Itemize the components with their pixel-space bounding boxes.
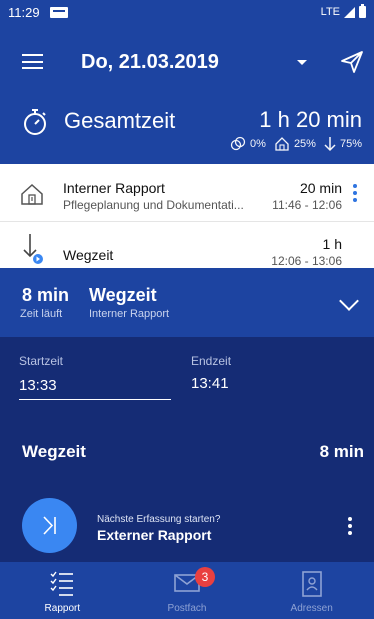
nav-label: Rapport <box>44 603 81 614</box>
unread-badge: 3 <box>195 567 215 587</box>
entry-time-range: 12:06 - 13:06 <box>271 254 342 268</box>
total-time-summary: Gesamtzeit 1 h 20 min 0% 25% 75% <box>0 100 374 164</box>
running-timer-header[interactable]: 8 min Zeit läuft Wegzeit Interner Rappor… <box>0 268 374 337</box>
other-activity-icon <box>230 136 246 151</box>
next-entry-title[interactable]: Externer Rapport <box>97 527 211 543</box>
home-icon <box>21 183 43 205</box>
timer-title: Wegzeit <box>89 285 157 305</box>
entry-duration: 20 min <box>299 180 342 196</box>
start-time-underline <box>19 399 171 400</box>
skip-next-icon <box>43 516 56 535</box>
activity-duration: 8 min <box>319 442 364 461</box>
nav-postfach[interactable]: Postfach <box>125 562 250 619</box>
nav-label: Postfach <box>167 603 207 614</box>
entry-duration: 1 h <box>322 236 342 252</box>
travel-pct: 75% <box>339 138 362 150</box>
chevron-down-icon[interactable] <box>339 291 359 311</box>
travel-arrow-icon <box>23 234 43 264</box>
end-time-value: 13:41 <box>191 375 229 392</box>
status-right: LTE <box>320 4 366 18</box>
network-type: LTE <box>320 6 340 18</box>
nav-adressen[interactable]: Adressen <box>249 562 374 619</box>
more-options-icon[interactable] <box>353 184 357 205</box>
timer-subtitle: Interner Rapport <box>89 308 170 320</box>
entry-time-range: 11:46 - 12:06 <box>272 198 342 212</box>
arrow-down-icon <box>324 137 336 152</box>
entry-title: Interner Rapport <box>63 180 165 196</box>
entry-title: Wegzeit <box>63 247 114 263</box>
send-icon[interactable] <box>340 50 364 74</box>
other-pct: 0% <box>250 138 266 150</box>
contacts-icon <box>301 571 322 597</box>
nav-label: Adressen <box>290 603 333 614</box>
activity-type-label: Wegzeit <box>22 442 86 461</box>
status-time: 11:29 <box>8 4 40 20</box>
bottom-navigation: Rapport Postfach Adressen 3 <box>0 562 374 619</box>
stopwatch-icon <box>24 109 46 135</box>
nav-rapport[interactable]: Rapport <box>0 562 125 619</box>
app-bar: Do, 21.03.2019 <box>0 24 374 100</box>
status-bar: 11:29 LTE <box>0 0 374 24</box>
dropdown-arrow-icon[interactable] <box>297 60 307 65</box>
home-pct: 25% <box>293 138 316 150</box>
list-item[interactable]: Interner Rapport Pflegeplanung und Dokum… <box>0 168 374 222</box>
total-time-value: 1 h 20 min <box>259 107 362 132</box>
next-entry-hint: Nächste Erfassung starten? <box>97 514 221 525</box>
timer-detail-panel: Startzeit 13:33 Endzeit 13:41 Wegzeit 8 … <box>0 337 374 562</box>
more-options-icon[interactable] <box>348 517 352 538</box>
signal-icon <box>344 6 355 18</box>
battery-icon <box>359 4 366 18</box>
start-next-button[interactable] <box>22 498 77 553</box>
timer-status: Zeit läuft <box>20 308 63 320</box>
notification-icon <box>49 6 68 18</box>
list-item[interactable]: Wegzeit 1 h 12:06 - 13:06 <box>0 224 374 268</box>
date-title[interactable]: Do, 21.03.2019 <box>81 51 219 74</box>
timer-elapsed: 8 min <box>22 285 70 305</box>
total-time-label: Gesamtzeit <box>64 108 176 133</box>
time-breakdown: 0% 25% 75% <box>230 136 362 152</box>
list-check-icon <box>50 571 74 596</box>
home-icon <box>275 137 289 151</box>
start-time-field[interactable]: 13:33 <box>19 377 57 394</box>
menu-icon[interactable] <box>22 54 43 69</box>
start-time-label: Startzeit <box>19 354 64 368</box>
end-time-label: Endzeit <box>191 354 232 368</box>
entry-subtitle: Pflegeplanung und Dokumentati... <box>63 198 244 212</box>
